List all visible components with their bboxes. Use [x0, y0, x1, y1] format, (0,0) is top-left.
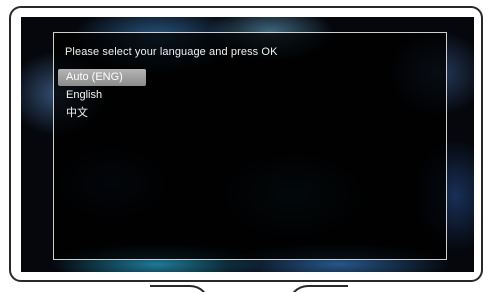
- language-menu-panel: Please select your language and press OK…: [53, 32, 447, 260]
- tv-screen: Please select your language and press OK…: [21, 17, 474, 272]
- tv-stand-right: [288, 285, 348, 292]
- language-option-chinese[interactable]: 中文: [58, 105, 146, 122]
- language-option-english[interactable]: English: [58, 87, 146, 104]
- language-option-auto[interactable]: Auto (ENG): [58, 69, 146, 86]
- language-list: Auto (ENG) English 中文: [58, 69, 146, 123]
- tv-stand-left: [150, 285, 210, 292]
- language-prompt: Please select your language and press OK: [65, 46, 278, 58]
